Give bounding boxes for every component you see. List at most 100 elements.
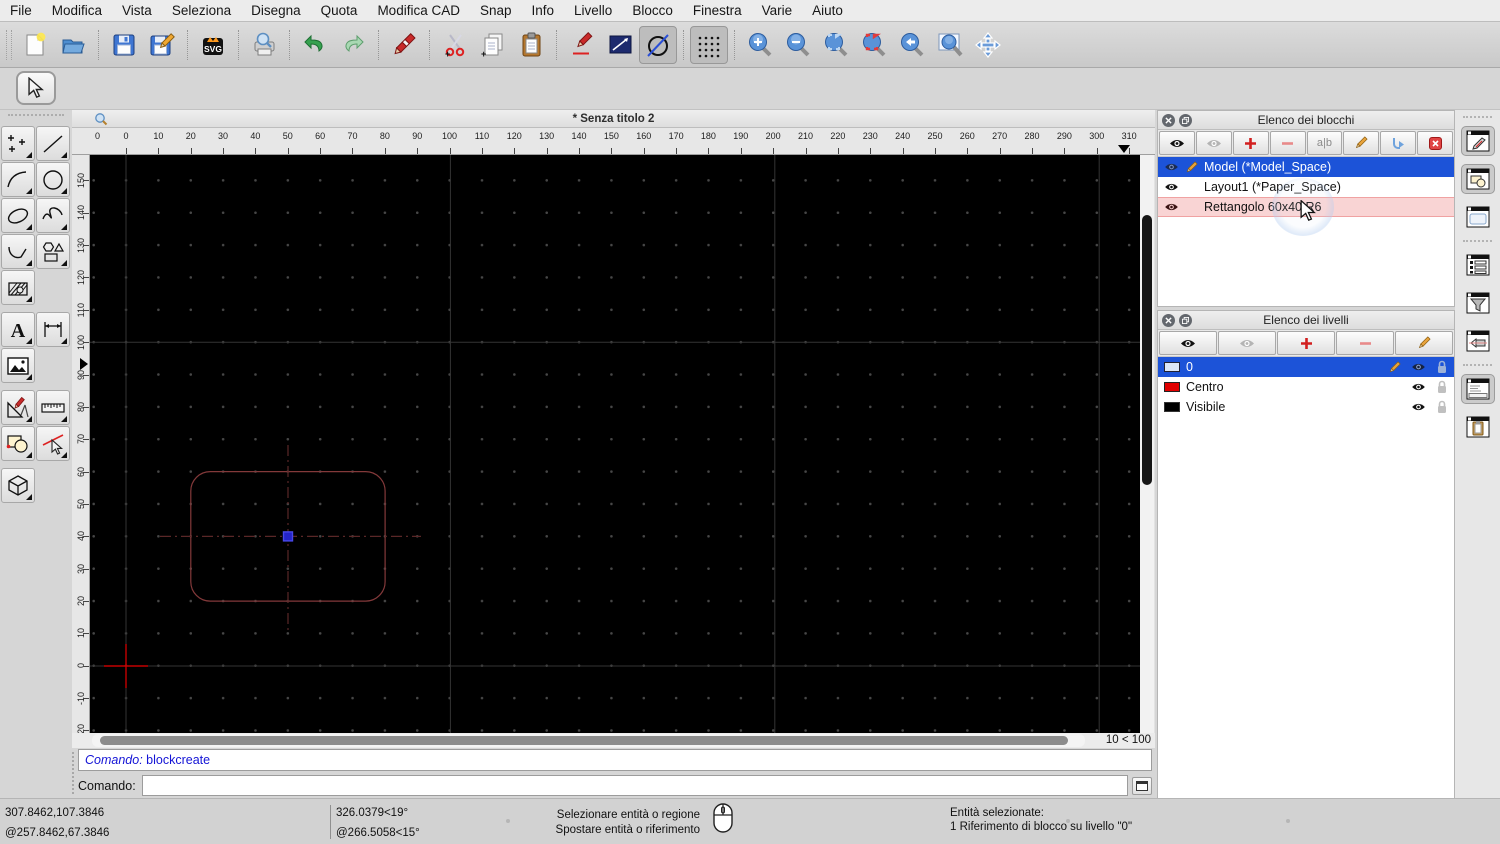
layer-color-swatch[interactable] (1164, 382, 1180, 392)
hatch-tool-button[interactable] (1, 270, 35, 305)
layer-row-visibile[interactable]: Visibile (1158, 397, 1454, 417)
menu-item[interactable]: Finestra (683, 0, 752, 22)
zoom-in-button[interactable] (741, 26, 779, 64)
horizontal-scrollbar[interactable] (92, 734, 1085, 747)
layer-hide-all-button[interactable] (1218, 331, 1276, 355)
menu-item[interactable]: Blocco (622, 0, 683, 22)
layer-panel-float-button[interactable] (1179, 314, 1192, 327)
block-reference-marker[interactable] (282, 531, 294, 542)
paste-button[interactable] (512, 26, 550, 64)
rename-block-button[interactable]: a|b (1306, 131, 1343, 155)
lock-icon[interactable] (1436, 380, 1448, 394)
block-hide-all-button[interactable] (1195, 131, 1232, 155)
lock-icon[interactable] (1436, 360, 1448, 374)
select-entity-tool-button[interactable] (36, 426, 70, 461)
pen-settings-toggle-button[interactable] (1461, 326, 1495, 356)
undo-button[interactable] (296, 26, 334, 64)
visibility-eye-icon[interactable] (1411, 402, 1426, 412)
layer-panel-close-button[interactable] (1162, 314, 1175, 327)
shapes-tool-button[interactable] (36, 234, 70, 269)
text-tool-button[interactable]: A (1, 312, 35, 347)
menu-item[interactable]: Modifica CAD (367, 0, 470, 22)
menu-item[interactable]: Info (522, 0, 565, 22)
draw-pen-button[interactable] (563, 26, 601, 64)
menu-item[interactable]: Snap (470, 0, 522, 22)
vertical-scrollbar-thumb[interactable] (1142, 215, 1152, 485)
zoom-out-button[interactable] (779, 26, 817, 64)
visibility-eye-icon[interactable] (1411, 362, 1426, 372)
line-properties-button[interactable] (601, 26, 639, 64)
lock-icon[interactable] (1436, 400, 1448, 414)
insert-block-button[interactable] (1380, 131, 1417, 155)
menu-item[interactable]: Aiuto (802, 0, 853, 22)
zoom-auto-button[interactable] (817, 26, 855, 64)
menu-item[interactable]: File (0, 0, 42, 22)
block-row-model[interactable]: Model (*Model_Space) (1158, 157, 1454, 177)
layer-color-swatch[interactable] (1164, 362, 1180, 372)
redo-button[interactable] (334, 26, 372, 64)
library-browser-toggle-button[interactable] (1460, 164, 1495, 194)
add-block-button[interactable] (1232, 131, 1269, 155)
remove-block-button[interactable] (1269, 131, 1306, 155)
block-tools-button[interactable] (1, 426, 35, 461)
block-show-all-button[interactable] (1159, 131, 1195, 155)
menu-item[interactable]: Seleziona (162, 0, 241, 22)
arc-tool-button[interactable] (1, 162, 35, 197)
horizontal-scrollbar-thumb[interactable] (100, 736, 1068, 745)
remove-layer-button[interactable] (1336, 331, 1394, 355)
layer-row-0[interactable]: 0 (1158, 357, 1454, 377)
svg-export-button[interactable]: SVG (194, 26, 232, 64)
menu-item[interactable]: Quota (311, 0, 368, 22)
isometric-projection-button[interactable] (639, 25, 677, 64)
property-editor-toggle-button[interactable] (1460, 126, 1495, 156)
zoom-window-button[interactable] (931, 26, 969, 64)
layer-color-swatch[interactable] (1164, 402, 1180, 412)
zoom-selection-button[interactable] (855, 26, 893, 64)
vertical-scrollbar[interactable] (1140, 155, 1154, 733)
edit-layer-button[interactable] (1395, 331, 1453, 355)
block-row-layout1[interactable]: Layout1 (*Paper_Space) (1158, 177, 1454, 197)
command-line-toggle-button[interactable] (1460, 374, 1495, 404)
menu-item[interactable]: Varie (752, 0, 803, 22)
menu-item[interactable]: Vista (112, 0, 162, 22)
delete-block-button[interactable] (1417, 131, 1453, 155)
save-as-button[interactable] (143, 26, 181, 64)
menu-item[interactable]: Disegna (241, 0, 311, 22)
modify-tool-button[interactable] (1, 390, 35, 425)
drawing-window-titlebar[interactable]: * Senza titolo 2 (72, 110, 1155, 128)
ellipse-tool-button[interactable] (1, 198, 35, 233)
command-options-button[interactable] (1132, 776, 1152, 795)
spline-tool-button[interactable] (36, 198, 70, 233)
preview-toggle-button[interactable] (1461, 202, 1495, 232)
measure-tool-button[interactable] (36, 390, 70, 425)
polyline-tool-button[interactable] (1, 234, 35, 269)
menu-item[interactable]: Modifica (42, 0, 112, 22)
delete-entities-button[interactable] (385, 26, 423, 64)
circle-tool-button[interactable] (36, 162, 70, 197)
visibility-eye-icon[interactable] (1411, 382, 1426, 392)
add-layer-button[interactable] (1277, 331, 1335, 355)
edit-block-button[interactable] (1343, 131, 1380, 155)
new-document-button[interactable] (16, 26, 54, 64)
copy-button[interactable]: + (474, 26, 512, 64)
selection-filter-toggle-button[interactable] (1461, 288, 1495, 318)
block-panel-close-button[interactable] (1162, 114, 1175, 127)
cut-button[interactable]: + (436, 26, 474, 64)
print-preview-button[interactable] (245, 26, 283, 64)
open-file-button[interactable] (54, 26, 92, 64)
zoom-previous-button[interactable] (893, 26, 931, 64)
solid-3d-tool-button[interactable] (1, 468, 35, 503)
image-tool-button[interactable] (1, 348, 35, 383)
block-row-rettangolo[interactable]: Rettangolo 60x40 R6 (1158, 197, 1454, 217)
clipboard-toggle-button[interactable] (1461, 412, 1495, 442)
block-panel-float-button[interactable] (1179, 114, 1192, 127)
command-input[interactable] (141, 775, 1128, 796)
menu-item[interactable]: Livello (564, 0, 622, 22)
drawing-canvas[interactable] (90, 155, 1140, 733)
dimension-tool-button[interactable] (36, 312, 70, 347)
line-tool-button[interactable] (36, 126, 70, 161)
layer-show-all-button[interactable] (1159, 331, 1217, 355)
layer-list-toggle-button[interactable] (1461, 250, 1495, 280)
points-tool-button[interactable] (1, 126, 35, 161)
grid-toggle-button[interactable] (690, 25, 728, 64)
